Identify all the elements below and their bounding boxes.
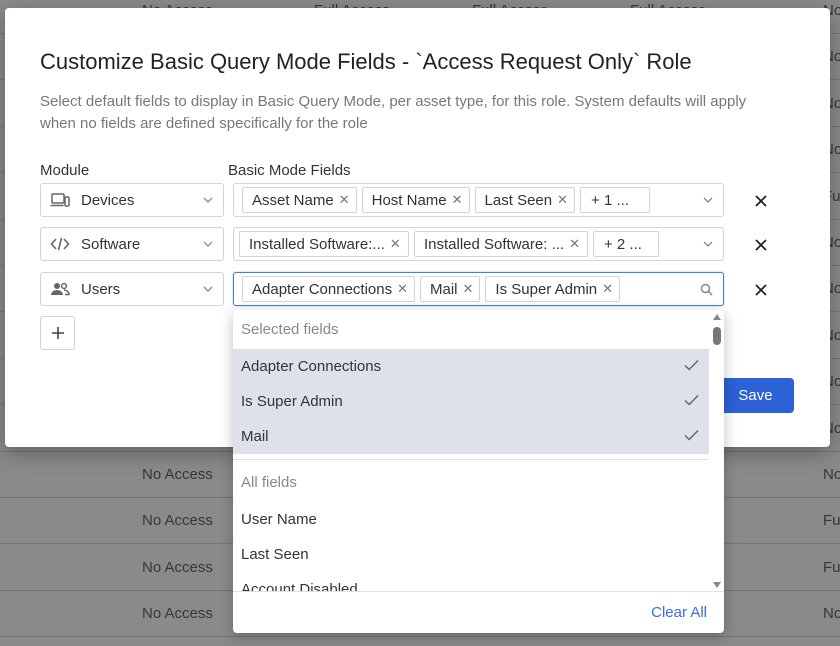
remove-tag-icon[interactable]: ✕: [463, 281, 474, 297]
check-icon: [684, 358, 699, 375]
all-fields-header: All fields: [241, 474, 297, 491]
modal-title: Customize Basic Query Mode Fields - `Acc…: [40, 49, 692, 74]
fields-column-header: Basic Mode Fields: [228, 162, 351, 179]
option-label: Adapter Connections: [241, 358, 382, 375]
option-label: Is Super Admin: [241, 393, 343, 410]
remove-row-users-button[interactable]: [752, 281, 770, 299]
check-icon: [684, 393, 699, 410]
fields-select-devices[interactable]: Asset Name ✕ Host Name ✕ Last Seen ✕ + 1 ..…: [233, 183, 724, 217]
dropdown-option[interactable]: Account Disabled: [233, 572, 709, 591]
field-tag: Asset Name ✕: [242, 187, 357, 213]
field-tag: Last Seen ✕: [474, 187, 576, 213]
dropdown-scrollbar[interactable]: [712, 314, 722, 588]
remove-tag-icon[interactable]: ✕: [339, 192, 350, 208]
field-tag: Installed Software:... ✕: [239, 231, 409, 257]
check-icon: [684, 428, 699, 445]
close-icon: [755, 195, 767, 207]
module-select-devices[interactable]: Devices: [40, 183, 224, 217]
fields-dropdown-list[interactable]: Selected fields Adapter Connections Is S…: [233, 310, 709, 591]
selected-fields-header: Selected fields: [241, 321, 339, 338]
field-tag: Host Name ✕: [361, 187, 470, 213]
more-tags-badge[interactable]: + 2 ...: [593, 231, 659, 257]
search-icon: [700, 273, 713, 305]
remove-tag-icon[interactable]: ✕: [390, 236, 401, 252]
chevron-down-icon: [203, 284, 213, 294]
close-icon: [755, 239, 767, 251]
divider: [233, 459, 709, 460]
add-row-button[interactable]: [40, 316, 75, 350]
field-tag: Adapter Connections ✕: [242, 276, 415, 302]
dropdown-option[interactable]: User Name: [233, 502, 709, 537]
field-tag: Installed Software: ... ✕: [414, 231, 588, 257]
remove-tag-icon[interactable]: ✕: [557, 192, 568, 208]
chevron-down-icon: [203, 239, 213, 249]
module-column-header: Module: [40, 162, 90, 179]
field-tag: Mail ✕: [420, 276, 481, 302]
field-tag-label: Mail: [430, 280, 458, 298]
field-tag-label: Adapter Connections: [252, 280, 393, 298]
remove-tag-icon[interactable]: ✕: [602, 281, 613, 297]
plus-icon: [51, 327, 64, 339]
module-label: Devices: [81, 191, 135, 209]
chevron-down-icon: [203, 195, 213, 205]
dropdown-option-selected[interactable]: Is Super Admin: [233, 384, 709, 419]
fields-select-users[interactable]: Adapter Connections ✕ Mail ✕ Is Super Admi…: [233, 272, 724, 306]
fields-select-software[interactable]: Installed Software:... ✕ Installed Softwa…: [233, 227, 724, 261]
field-tag-label: Installed Software: ...: [424, 235, 565, 253]
remove-tag-icon[interactable]: ✕: [569, 236, 580, 252]
option-label: Mail: [241, 428, 269, 445]
field-tag-label: Last Seen: [484, 191, 553, 209]
devices-icon: [50, 192, 70, 208]
save-button[interactable]: Save: [717, 378, 794, 413]
dropdown-footer: Clear All: [233, 591, 724, 633]
module-select-users[interactable]: Users: [40, 272, 224, 306]
field-tag-label: Is Super Admin: [495, 280, 598, 298]
field-tag: Is Super Admin ✕: [485, 276, 621, 302]
chevron-down-icon: [703, 228, 713, 260]
module-label: Software: [81, 235, 141, 253]
scroll-down-arrow-icon[interactable]: [713, 582, 721, 588]
field-tag-label: Installed Software:...: [249, 235, 385, 253]
more-tags-badge[interactable]: + 1 ...: [580, 187, 651, 213]
remove-row-devices-button[interactable]: [752, 192, 770, 210]
dropdown-option-selected[interactable]: Mail: [233, 419, 709, 454]
module-label: Users: [81, 280, 121, 298]
modal-description: Select default fields to display in Basi…: [40, 93, 747, 132]
remove-row-software-button[interactable]: [752, 236, 770, 254]
dropdown-option-selected[interactable]: Adapter Connections: [233, 349, 709, 384]
module-select-software[interactable]: Software: [40, 227, 224, 261]
dropdown-option[interactable]: Last Seen: [233, 537, 709, 572]
chevron-down-icon: [703, 184, 713, 216]
code-icon: [50, 236, 70, 252]
fields-dropdown: Selected fields Adapter Connections Is S…: [233, 310, 724, 633]
field-tag-label: Asset Name: [252, 191, 334, 209]
close-icon: [755, 284, 767, 296]
scroll-up-arrow-icon[interactable]: [713, 314, 721, 320]
remove-tag-icon[interactable]: ✕: [452, 192, 463, 208]
scrollbar-thumb[interactable]: [713, 327, 721, 345]
remove-tag-icon[interactable]: ✕: [397, 281, 408, 297]
users-icon: [50, 281, 70, 297]
clear-all-button[interactable]: Clear All: [651, 604, 707, 621]
field-tag-label: Host Name: [371, 191, 447, 209]
